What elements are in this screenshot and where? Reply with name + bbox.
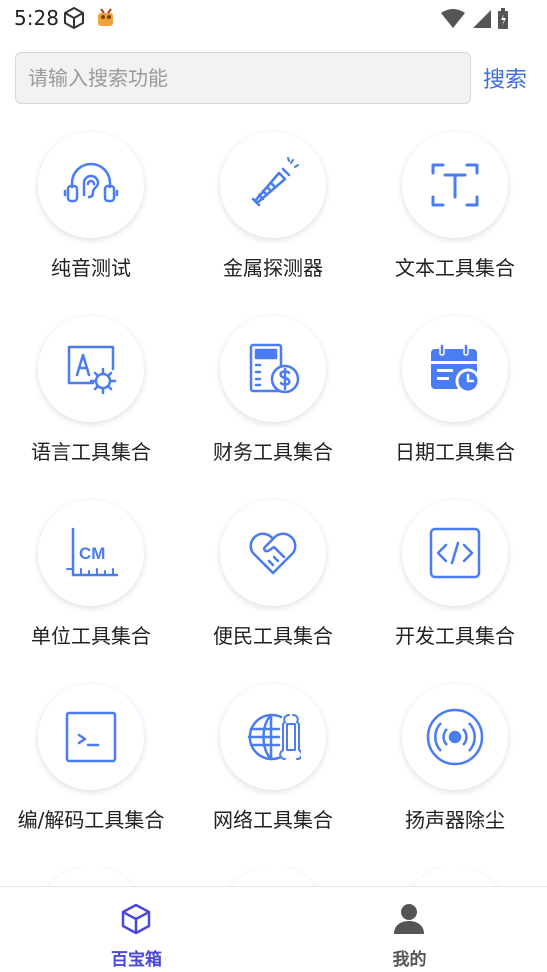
person-icon xyxy=(391,901,427,937)
search-button[interactable]: 搜索 xyxy=(483,62,527,94)
tool-label: 语言工具集合 xyxy=(31,440,151,464)
tool-tile-speaker-dust-removal[interactable]: 扬声器除尘 xyxy=(364,682,546,866)
tool-label: 文本工具集合 xyxy=(395,256,515,280)
tool-tile-pure-tone-test[interactable]: 纯音测试 xyxy=(0,130,182,314)
terminal-icon xyxy=(65,711,117,763)
wifi-icon xyxy=(441,9,465,28)
tool-label: 扬声器除尘 xyxy=(405,808,505,832)
tool-label: 单位工具集合 xyxy=(31,624,151,648)
status-icons xyxy=(441,8,509,30)
search-row: 搜索 xyxy=(15,52,535,104)
metal-detector-icon xyxy=(251,157,299,207)
tool-tile-finance-tools[interactable]: 财务工具集合 xyxy=(182,314,364,498)
search-input[interactable] xyxy=(15,52,471,104)
tool-label: 金属探测器 xyxy=(223,256,323,280)
text-scan-icon xyxy=(431,163,479,207)
heart-handshake-icon xyxy=(249,532,297,575)
language-settings-icon xyxy=(67,345,117,395)
tab-mine[interactable]: 我的 xyxy=(273,887,546,972)
calendar-clock-icon xyxy=(431,343,481,394)
tool-tile-language-tools[interactable]: 语言工具集合 xyxy=(0,314,182,498)
tool-label: 财务工具集合 xyxy=(213,440,333,464)
tab-label: 我的 xyxy=(392,950,427,970)
app-notification-icon xyxy=(95,7,117,33)
tool-tile-metal-detector[interactable]: 金属探测器 xyxy=(182,130,364,314)
finance-calculator-icon xyxy=(249,343,300,394)
signal-icon xyxy=(473,10,491,28)
tool-tile-convenience-tools[interactable]: 便民工具集合 xyxy=(182,498,364,682)
cube-icon xyxy=(118,901,154,937)
tab-toolbox[interactable]: 百宝箱 xyxy=(0,887,273,972)
battery-icon xyxy=(498,8,508,29)
tool-tile-developer-tools[interactable]: 开发工具集合 xyxy=(364,498,546,682)
tool-tile-date-tools[interactable]: 日期工具集合 xyxy=(364,314,546,498)
code-icon xyxy=(429,527,481,579)
svg-text:CM: CM xyxy=(79,544,105,563)
tool-label: 开发工具集合 xyxy=(395,624,515,648)
unit-ruler-icon: CM xyxy=(66,527,119,577)
tool-label: 日期工具集合 xyxy=(395,440,515,464)
tool-tile-network-tools[interactable]: 网络工具集合 xyxy=(182,682,364,866)
tool-tile-codec-tools[interactable]: 编/解码工具集合 xyxy=(0,682,182,866)
speaker-vibration-icon xyxy=(426,708,484,766)
tool-label: 纯音测试 xyxy=(51,256,131,280)
cube-notification-icon xyxy=(62,6,86,34)
tool-label: 便民工具集合 xyxy=(213,624,333,648)
tool-label: 网络工具集合 xyxy=(213,808,333,832)
tool-tile-unit-tools[interactable]: CM 单位工具集合 xyxy=(0,498,182,682)
bottom-tab-bar: 百宝箱 我的 xyxy=(0,886,547,972)
tool-label: 编/解码工具集合 xyxy=(17,808,165,832)
tool-tile-text-tools[interactable]: 文本工具集合 xyxy=(364,130,546,314)
headphones-ear-icon xyxy=(63,162,119,203)
globe-wrench-icon xyxy=(247,713,301,761)
status-time: 5:28 xyxy=(14,6,59,30)
tab-label: 百宝箱 xyxy=(111,950,162,970)
status-bar: 5:28 xyxy=(0,0,547,36)
